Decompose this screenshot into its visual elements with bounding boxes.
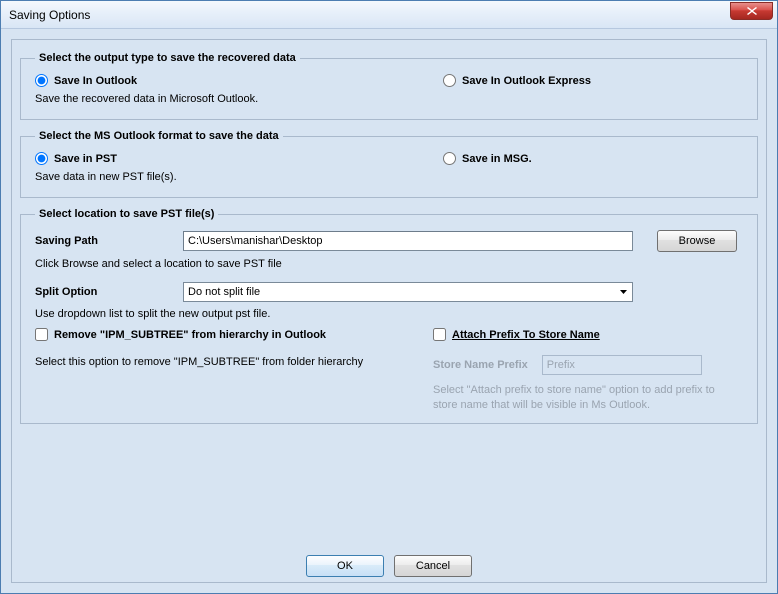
window-title: Saving Options [9, 8, 90, 22]
close-icon [747, 7, 757, 15]
radio-save-pst[interactable]: Save in PST [35, 152, 443, 165]
path-hint: Click Browse and select a location to sa… [35, 258, 743, 270]
format-desc: Save data in new PST file(s). [35, 171, 443, 183]
split-option-select[interactable]: Do not split file [183, 282, 633, 302]
radio-save-pst-input[interactable] [35, 152, 48, 165]
titlebar: Saving Options [1, 1, 777, 29]
checkbox-attach-prefix-label: Attach Prefix To Store Name [452, 329, 600, 341]
dialog-buttons: OK Cancel [12, 555, 766, 577]
group-location-legend: Select location to save PST file(s) [35, 208, 218, 220]
dialog-window: Saving Options Select the output type to… [0, 0, 778, 594]
ok-button[interactable]: OK [306, 555, 384, 577]
checkbox-remove-ipm-input[interactable] [35, 328, 48, 341]
client-area: Select the output type to save the recov… [1, 29, 777, 593]
close-button[interactable] [730, 2, 773, 20]
split-option-value: Do not split file [188, 286, 260, 298]
saving-path-input[interactable] [183, 231, 633, 251]
radio-save-outlook-express-label: Save In Outlook Express [462, 75, 591, 87]
store-name-prefix-label: Store Name Prefix [433, 359, 528, 371]
saving-path-label: Saving Path [35, 235, 183, 247]
group-format: Select the MS Outlook format to save the… [20, 130, 758, 198]
checkbox-attach-prefix-input[interactable] [433, 328, 446, 341]
remove-ipm-desc: Select this option to remove "IPM_SUBTRE… [35, 355, 365, 370]
store-name-prefix-hint: Select "Attach prefix to store name" opt… [433, 383, 733, 413]
radio-save-msg-input[interactable] [443, 152, 456, 165]
output-type-desc: Save the recovered data in Microsoft Out… [35, 93, 443, 105]
main-panel: Select the output type to save the recov… [11, 39, 767, 583]
cancel-button[interactable]: Cancel [394, 555, 472, 577]
radio-save-outlook[interactable]: Save In Outlook [35, 74, 443, 87]
split-option-label: Split Option [35, 286, 183, 298]
group-format-legend: Select the MS Outlook format to save the… [35, 130, 283, 142]
radio-save-outlook-express-input[interactable] [443, 74, 456, 87]
radio-save-outlook-label: Save In Outlook [54, 75, 137, 87]
checkbox-attach-prefix[interactable]: Attach Prefix To Store Name [433, 328, 743, 341]
group-location: Select location to save PST file(s) Savi… [20, 208, 758, 424]
radio-save-pst-label: Save in PST [54, 153, 117, 165]
radio-save-outlook-express[interactable]: Save In Outlook Express [443, 74, 743, 87]
group-output-type: Select the output type to save the recov… [20, 52, 758, 120]
store-name-prefix-input [542, 355, 702, 375]
split-hint: Use dropdown list to split the new outpu… [35, 308, 743, 320]
radio-save-msg-label: Save in MSG. [462, 153, 532, 165]
chevron-down-icon [615, 283, 632, 301]
radio-save-outlook-input[interactable] [35, 74, 48, 87]
browse-button[interactable]: Browse [657, 230, 737, 252]
group-output-type-legend: Select the output type to save the recov… [35, 52, 300, 64]
checkbox-remove-ipm[interactable]: Remove "IPM_SUBTREE" from hierarchy in O… [35, 328, 433, 341]
checkbox-remove-ipm-label: Remove "IPM_SUBTREE" from hierarchy in O… [54, 329, 326, 341]
radio-save-msg[interactable]: Save in MSG. [443, 152, 743, 165]
